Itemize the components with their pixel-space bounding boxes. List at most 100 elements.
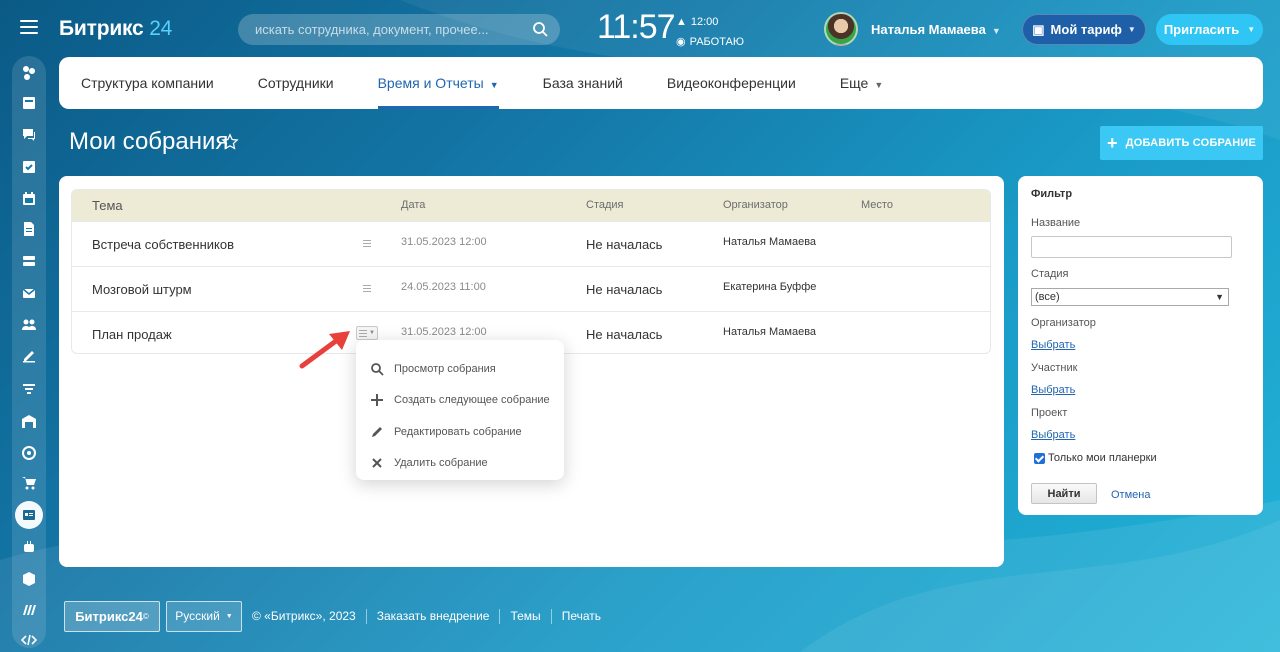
pencil-icon [372, 426, 382, 437]
checkbox-checked-icon[interactable] [1034, 452, 1045, 464]
robot-icon[interactable] [15, 534, 43, 560]
box-icon[interactable] [15, 566, 43, 592]
add-meeting-button[interactable]: + ДОБАВИТЬ СОБРАНИЕ [1100, 126, 1263, 160]
filter-funnel-icon[interactable] [15, 376, 43, 402]
meeting-stage: Не началась [586, 282, 663, 297]
column-date[interactable]: Дата [401, 199, 425, 211]
filter-name-label: Название [1031, 217, 1081, 229]
divider [365, 608, 367, 624]
meeting-stage: Не началась [586, 327, 663, 342]
filter-panel: Фильтр Название Стадия (все) ▼ Организато… [1018, 176, 1263, 515]
meeting-organizer: Екатерина Буффе [723, 281, 817, 293]
employees-icon[interactable] [15, 312, 43, 338]
market-icon[interactable] [15, 597, 43, 623]
table-row: Мозговой штурм 24.05.2023 11:00 Не начал… [72, 266, 990, 311]
order-implementation-link[interactable]: Заказать внедрение [377, 609, 490, 623]
developer-code-icon[interactable] [15, 627, 43, 652]
menu-item-view[interactable]: Просмотр собрания [356, 353, 564, 385]
sign-icon[interactable] [15, 342, 43, 368]
search-input[interactable] [238, 14, 518, 45]
shop-cart-icon[interactable] [15, 470, 43, 496]
cancel-link[interactable]: Отмена [1111, 489, 1150, 501]
chevron-down-icon: ▼ [489, 80, 499, 90]
section-tabs: Структура компании Сотрудники Время и От… [59, 57, 1263, 109]
print-link[interactable]: Печать [562, 609, 601, 623]
target-icon[interactable] [15, 440, 43, 466]
calendar-icon[interactable] [15, 186, 43, 212]
briefcase-icon: ▣ [1032, 21, 1045, 37]
filter-organizer-choose[interactable]: Выбрать [1031, 339, 1075, 351]
favorite-star-icon[interactable] [221, 133, 239, 151]
search-icon [371, 362, 384, 376]
column-organizer[interactable]: Организатор [723, 199, 788, 211]
user-menu[interactable]: Наталья Мамаева ▼ [871, 22, 1001, 37]
meetings-table: Тема Дата Стадия Организатор Место Встре… [71, 189, 991, 354]
row-menu-icon[interactable] [356, 281, 378, 295]
only-mine-checkbox[interactable]: Только мои планерки [1034, 452, 1157, 464]
chat-icon[interactable] [15, 122, 43, 148]
mail-icon[interactable] [15, 280, 43, 306]
invite-button[interactable]: Пригласить ▼ [1156, 14, 1263, 45]
menu-item-delete[interactable]: Удалить собрание [356, 448, 564, 480]
app-logo[interactable]: Битрикс 24 [59, 17, 172, 41]
filter-participant-label: Участник [1031, 362, 1078, 374]
row-menu-icon[interactable]: ▼ [356, 326, 378, 340]
tab-knowledge-base[interactable]: База знаний [543, 57, 623, 109]
filter-project-choose[interactable]: Выбрать [1031, 429, 1075, 441]
warehouse-icon[interactable] [15, 408, 43, 434]
filter-stage-select[interactable]: (все) ▼ [1031, 288, 1229, 306]
divider [499, 608, 501, 624]
meeting-date: 31.05.2023 12:00 [401, 326, 487, 338]
divider [550, 608, 552, 624]
filter-organizer-label: Организатор [1031, 317, 1096, 329]
user-name: Наталья Мамаева [871, 22, 986, 37]
chevron-down-icon: ▼ [1247, 25, 1256, 34]
row-menu-icon[interactable] [356, 236, 378, 250]
filter-participant-choose[interactable]: Выбрать [1031, 384, 1075, 396]
meeting-organizer: Наталья Мамаева [723, 326, 817, 338]
chevron-down-icon: ▼ [874, 80, 884, 90]
filter-title: Фильтр [1031, 188, 1073, 200]
news-icon[interactable] [15, 90, 43, 116]
hamburger-menu-icon[interactable] [20, 20, 38, 38]
search-bar[interactable] [238, 14, 560, 45]
meetings-icon[interactable] [15, 501, 43, 529]
menu-item-edit[interactable]: Редактировать собрание [356, 416, 564, 448]
table-header: Тема Дата Стадия Организатор Место [72, 190, 990, 221]
meeting-topic[interactable]: Мозговой штурм [92, 282, 192, 297]
my-tariff-button[interactable]: ▣ Мой тариф ▼ [1022, 14, 1146, 45]
row-context-menu: Просмотр собрания Создать следующее собр… [356, 340, 564, 480]
column-place[interactable]: Место [861, 199, 893, 211]
drive-icon[interactable] [15, 248, 43, 274]
meeting-organizer: Наталья Мамаева [723, 236, 817, 248]
meeting-date: 24.05.2023 11:00 [401, 281, 486, 293]
column-stage[interactable]: Стадия [586, 199, 624, 211]
chevron-down-icon: ▼ [991, 26, 1001, 36]
tab-time-reports[interactable]: Время и Отчеты ▼ [377, 57, 499, 109]
language-select[interactable]: Русский ▼ [166, 600, 242, 632]
menu-item-create-next[interactable]: Создать следующее собрание [356, 385, 564, 417]
clock-time[interactable]: 11:57 [597, 8, 676, 47]
plus-icon [371, 394, 383, 407]
activity-stream-icon[interactable] [15, 60, 43, 86]
tasks-icon[interactable] [15, 154, 43, 180]
annotation-arrow-icon [299, 331, 350, 369]
user-avatar[interactable] [824, 12, 858, 46]
documents-icon[interactable] [15, 216, 43, 242]
themes-link[interactable]: Темы [510, 609, 540, 623]
filter-name-input[interactable] [1031, 236, 1232, 258]
tab-company-structure[interactable]: Структура компании [81, 57, 214, 109]
search-icon[interactable] [532, 21, 548, 37]
work-status[interactable]: ▲ 12:00 ◉ РАБОТАЮ [676, 12, 744, 52]
tab-employees[interactable]: Сотрудники [258, 57, 334, 109]
meeting-topic[interactable]: Встреча собственников [92, 237, 234, 252]
tab-video-conferences[interactable]: Видеоконференции [667, 57, 796, 109]
find-button[interactable]: Найти [1031, 483, 1097, 504]
meeting-date: 31.05.2023 12:00 [401, 236, 487, 248]
footer-logo[interactable]: Битрикс24 © [64, 600, 160, 632]
chevron-down-icon: ▼ [225, 612, 233, 620]
tab-more[interactable]: Еще ▼ [840, 57, 883, 109]
column-topic[interactable]: Тема [92, 198, 123, 213]
footer: Битрикс24 © Русский ▼ © «Битрикс», 2023 За… [64, 600, 601, 632]
meeting-topic[interactable]: План продаж [92, 327, 172, 342]
